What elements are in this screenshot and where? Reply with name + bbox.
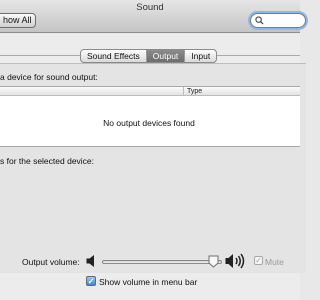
column-divider bbox=[183, 87, 184, 96]
window-toolbar: Sound how All bbox=[0, 0, 306, 33]
speaker-high-icon[interactable] bbox=[225, 252, 245, 270]
output-device-table[interactable]: Type No output devices found bbox=[0, 86, 300, 147]
mute-checkbox[interactable]: ✓ bbox=[254, 256, 263, 265]
search-field[interactable] bbox=[250, 13, 306, 28]
column-header-type[interactable]: Type bbox=[187, 87, 202, 96]
mute-label: Mute bbox=[265, 257, 284, 267]
volume-slider-knob[interactable] bbox=[208, 255, 219, 268]
volume-slider-track[interactable] bbox=[102, 260, 222, 264]
window-title: Sound bbox=[136, 2, 164, 13]
tab-sound-effects[interactable]: Sound Effects bbox=[81, 50, 147, 62]
tab-output[interactable]: Output bbox=[146, 50, 186, 62]
empty-device-message: No output devices found bbox=[103, 118, 195, 128]
speaker-low-icon[interactable] bbox=[86, 254, 98, 268]
tab-input[interactable]: Input bbox=[185, 50, 216, 62]
magnifier-icon bbox=[255, 16, 264, 25]
device-heading: a device for sound output: bbox=[0, 72, 98, 82]
tab-bar: Sound Effects Output Input bbox=[80, 49, 218, 63]
show-volume-checkbox[interactable]: ✓ bbox=[86, 276, 96, 286]
output-volume-label: Output volume: bbox=[22, 257, 80, 267]
show-all-button[interactable]: how All bbox=[0, 13, 36, 28]
table-header: Type bbox=[0, 87, 300, 96]
show-volume-label: Show volume in menu bar bbox=[99, 277, 198, 287]
settings-heading: s for the selected device: bbox=[0, 156, 95, 166]
